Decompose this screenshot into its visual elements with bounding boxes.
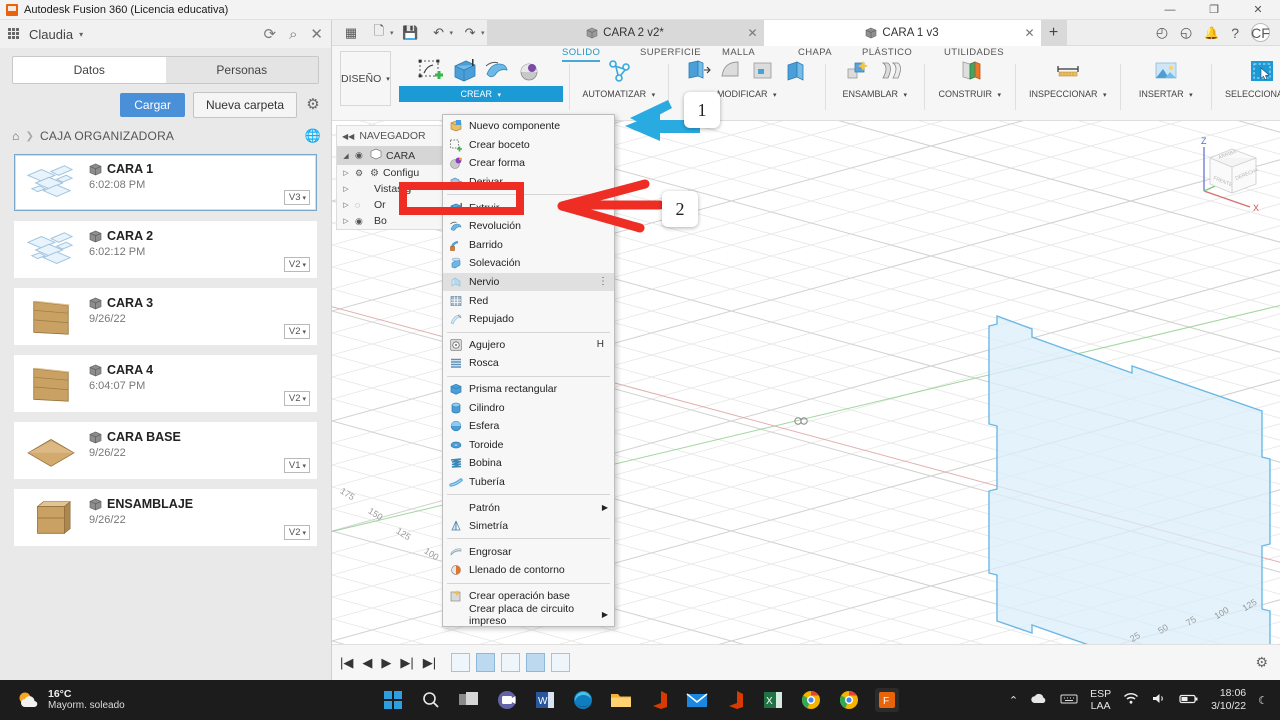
annotation-rect-extruir bbox=[399, 182, 524, 215]
callout-1: 1 bbox=[684, 92, 720, 128]
annotation-overlay bbox=[399, 100, 700, 233]
callout-2: 2 bbox=[662, 191, 698, 227]
annotation-arrow-2 bbox=[557, 179, 665, 233]
